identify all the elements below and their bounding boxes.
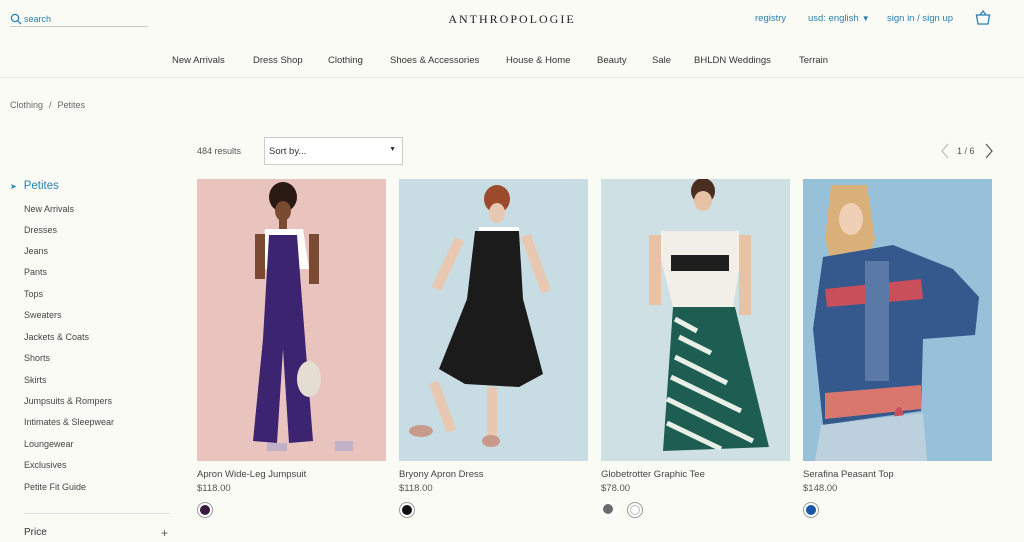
breadcrumb: Clothing / Petites [10, 100, 85, 110]
nav-item-new-arrivals[interactable]: New Arrivals [172, 55, 225, 66]
color-swatch[interactable] [601, 502, 617, 518]
product-name[interactable]: Globetrotter Graphic Tee [601, 469, 705, 480]
color-swatch[interactable] [803, 502, 819, 518]
sign-in-link[interactable]: sign in / sign up [887, 13, 953, 24]
plus-icon[interactable]: + [161, 526, 168, 540]
sidebar-item-exclusives[interactable]: Exclusives [24, 460, 67, 470]
product-name[interactable]: Serafina Peasant Top [803, 469, 894, 480]
site-header: ANTHROPOLOGIE registry usd: english ▼ si… [0, 0, 1024, 78]
sidebar-item-petite-fit-guide[interactable]: Petite Fit Guide [24, 482, 86, 492]
sidebar-item-dresses[interactable]: Dresses [24, 225, 57, 235]
category-title-label: Petites [23, 180, 59, 192]
product-price: $118.00 [399, 483, 433, 494]
sidebar-item-intimates-sleepwear[interactable]: Intimates & Sleepwear [24, 417, 114, 427]
color-swatch[interactable] [627, 502, 643, 518]
category-title[interactable]: ➤ Petites [10, 180, 170, 192]
sort-dropdown-label: Sort by... [269, 145, 307, 157]
sidebar-item-jackets-coats[interactable]: Jackets & Coats [24, 332, 89, 342]
sort-dropdown[interactable]: Sort by... ▼ [264, 137, 403, 165]
category-sidebar: ➤ Petites New Arrivals Dresses Jeans Pan… [10, 180, 170, 492]
product-name[interactable]: Apron Wide-Leg Jumpsuit [197, 469, 306, 480]
currency-selector[interactable]: usd: english ▼ [808, 13, 870, 24]
nav-item-shoes-accessories[interactable]: Shoes & Accessories [390, 55, 479, 66]
currency-label: usd: english [808, 13, 859, 24]
sidebar-item-tops[interactable]: Tops [24, 289, 43, 299]
swatch-color [603, 504, 613, 514]
results-count: 484 results [197, 146, 242, 156]
pagination: 1 / 6 [940, 143, 996, 159]
sidebar-item-jumpsuits-rompers[interactable]: Jumpsuits & Rompers [24, 396, 112, 406]
product-price: $118.00 [197, 483, 231, 494]
chevron-right-icon: ➤ [10, 181, 17, 191]
main-nav: New Arrivals Dress Shop Clothing Shoes &… [0, 55, 1024, 69]
nav-item-bhldn-weddings[interactable]: BHLDN Weddings [694, 55, 771, 66]
chevron-down-icon: ▼ [389, 146, 396, 153]
product-image[interactable] [197, 179, 386, 461]
chevron-down-icon: ▼ [861, 14, 870, 23]
page-indicator: 1 / 6 [957, 146, 975, 156]
swatch-color [200, 505, 210, 515]
sidebar-item-shorts[interactable]: Shorts [24, 353, 50, 363]
brand-logo[interactable]: ANTHROPOLOGIE [448, 12, 575, 26]
sidebar-item-jeans[interactable]: Jeans [24, 246, 48, 256]
nav-item-dress-shop[interactable]: Dress Shop [253, 55, 303, 66]
breadcrumb-petites: Petites [57, 100, 86, 110]
search-icon[interactable] [10, 13, 22, 25]
product-image[interactable] [803, 179, 992, 461]
sidebar-item-loungewear[interactable]: Loungewear [24, 439, 74, 449]
product-name[interactable]: Bryony Apron Dress [399, 469, 483, 480]
shopping-bag-icon[interactable] [975, 10, 991, 25]
brand-logo-wrap: ANTHROPOLOGIE [0, 12, 1024, 27]
nav-item-house-home[interactable]: House & Home [506, 55, 570, 66]
swatch-color [402, 505, 412, 515]
sidebar-item-new-arrivals[interactable]: New Arrivals [24, 204, 74, 214]
price-filter-label: Price [24, 527, 47, 538]
sidebar-item-skirts[interactable]: Skirts [24, 375, 47, 385]
sidebar-item-pants[interactable]: Pants [24, 267, 47, 277]
product-price: $148.00 [803, 483, 838, 494]
chevron-right-icon[interactable] [984, 143, 994, 159]
nav-item-terrain[interactable]: Terrain [799, 55, 828, 66]
color-swatch[interactable] [399, 502, 415, 518]
search-box[interactable] [10, 11, 148, 27]
breadcrumb-separator: / [49, 100, 52, 110]
nav-item-clothing[interactable]: Clothing [328, 55, 363, 66]
color-swatch[interactable] [197, 502, 213, 518]
registry-link[interactable]: registry [755, 13, 786, 24]
price-filter[interactable]: Price + [24, 513, 170, 540]
search-input[interactable] [24, 13, 144, 24]
breadcrumb-clothing[interactable]: Clothing [10, 100, 43, 110]
swatch-color [806, 505, 816, 515]
nav-item-sale[interactable]: Sale [652, 55, 671, 66]
sidebar-item-sweaters[interactable]: Sweaters [24, 310, 62, 320]
chevron-left-icon[interactable] [940, 143, 950, 159]
product-image[interactable] [399, 179, 588, 461]
product-image[interactable] [601, 179, 790, 461]
nav-item-beauty[interactable]: Beauty [597, 55, 627, 66]
swatch-color [630, 505, 640, 515]
product-price: $78.00 [601, 483, 631, 494]
